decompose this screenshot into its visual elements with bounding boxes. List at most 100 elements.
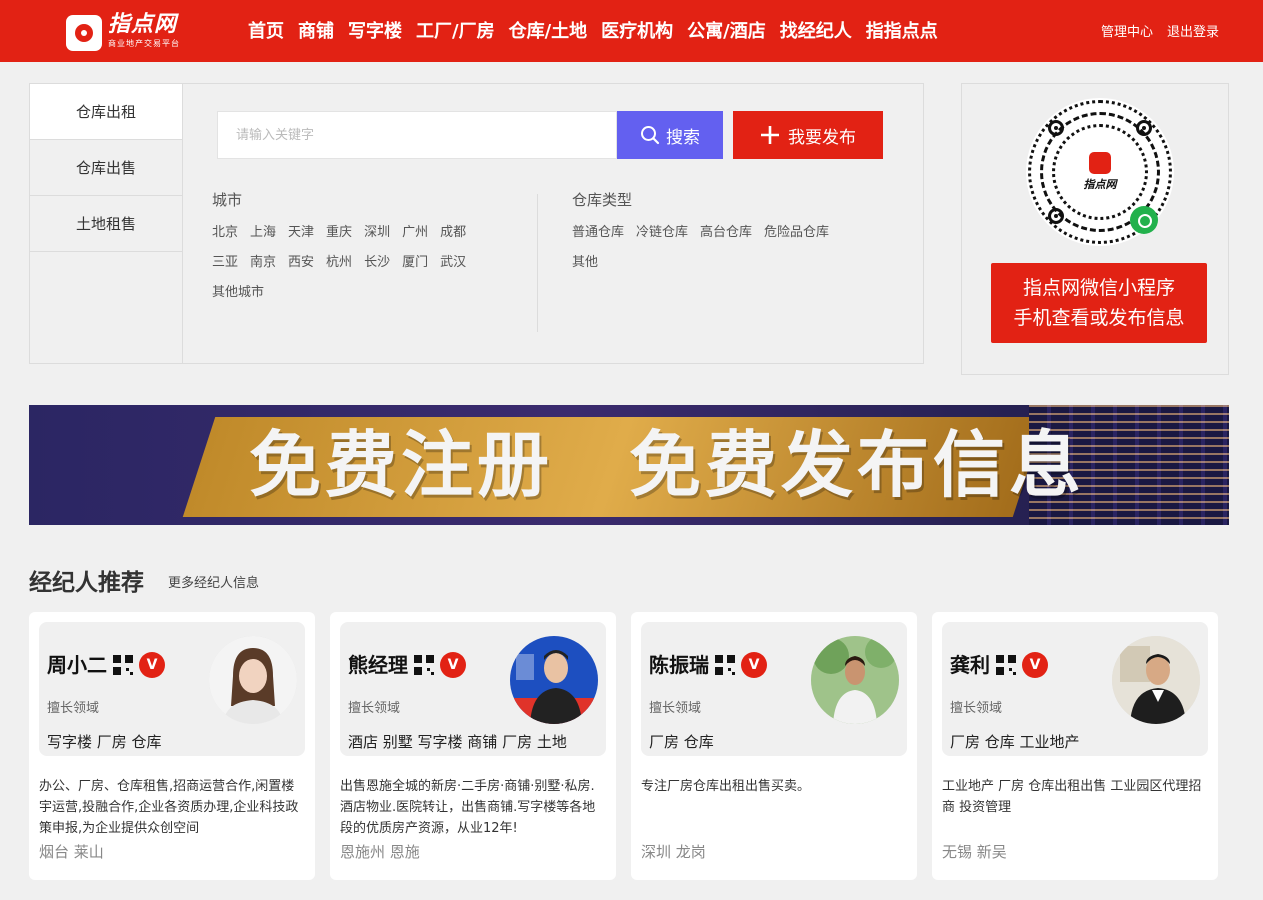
qr-caption-line2: 手机查看或发布信息 xyxy=(1013,307,1185,329)
agent-name: 龚利 xyxy=(950,653,990,677)
agent-name: 周小二 xyxy=(47,653,107,677)
city-link[interactable]: 其他城市 xyxy=(212,284,264,302)
agent-avatar[interactable] xyxy=(209,636,297,724)
agent-skills: 厂房 仓库 xyxy=(649,733,714,751)
agent-name-row: 陈振瑞 V xyxy=(649,652,767,678)
qr-caption-line1: 指点网微信小程序 xyxy=(1022,277,1175,299)
user-links: 管理中心 退出登录 xyxy=(1101,24,1219,42)
plus-icon xyxy=(761,126,779,144)
agent-avatar[interactable] xyxy=(510,636,598,724)
agent-name-row: 龚利 V xyxy=(950,652,1048,678)
city-link[interactable]: 重庆 xyxy=(326,224,352,242)
agent-skills: 酒店 别墅 写字楼 商铺 厂房 土地 xyxy=(348,733,567,751)
qr-logo-text: 指点网 xyxy=(1083,178,1117,191)
tab-warehouse-sale[interactable]: 仓库出售 xyxy=(30,140,182,196)
qr-center-logo: 指点网 xyxy=(1070,142,1130,202)
tab-warehouse-rent[interactable]: 仓库出租 xyxy=(30,84,182,140)
qr-code-icon[interactable] xyxy=(996,655,1016,675)
logo-subtitle: 商业地产交易平台 xyxy=(108,39,180,48)
type-link[interactable]: 普通仓库 xyxy=(572,224,624,242)
more-agents-link[interactable]: 更多经纪人信息 xyxy=(168,575,259,593)
avatar-image xyxy=(1112,636,1200,724)
search-input[interactable] xyxy=(218,112,616,158)
type-link[interactable]: 冷链仓库 xyxy=(636,224,688,242)
type-link[interactable]: 危险品仓库 xyxy=(764,224,829,242)
city-link[interactable]: 西安 xyxy=(288,254,314,272)
skill-label: 擅长领域 xyxy=(950,701,1003,716)
agent-card[interactable]: 陈振瑞 V 擅长领域 厂房 仓库 专注厂房仓库出租出售买卖。 深圳 龙岗 xyxy=(631,612,917,880)
city-link[interactable]: 杭州 xyxy=(326,254,352,272)
logo-icon xyxy=(66,15,102,51)
city-link[interactable]: 天津 xyxy=(288,224,314,242)
agent-card[interactable]: 龚利 V 擅长领域 厂房 仓库 工业地产 工业地产 厂房 仓库出租出售 工业园区… xyxy=(932,612,1218,880)
logo-name: 指点网 xyxy=(108,12,178,37)
nav-apartment-hotel[interactable]: 公寓/酒店 xyxy=(687,20,766,44)
banner-text: 免费注册 免费发布信息 xyxy=(249,423,1086,507)
agent-location: 烟台 莱山 xyxy=(39,843,104,861)
type-link[interactable]: 高台仓库 xyxy=(700,224,752,242)
agent-skills: 写字楼 厂房 仓库 xyxy=(47,733,162,751)
city-filter: 城市 北京 上海 天津 重庆 深圳 广州 成都 三亚 南京 西安 杭州 长沙 厦… xyxy=(212,190,512,302)
qr-code-icon[interactable] xyxy=(113,655,133,675)
verified-badge-icon: V xyxy=(1022,652,1048,678)
nav-factories[interactable]: 工厂/厂房 xyxy=(416,20,495,44)
city-link[interactable]: 北京 xyxy=(212,224,238,242)
city-link[interactable]: 武汉 xyxy=(440,254,466,272)
city-link[interactable]: 成都 xyxy=(440,224,466,242)
agent-card-header: 龚利 V 擅长领域 厂房 仓库 工业地产 xyxy=(942,622,1208,756)
verified-badge-icon: V xyxy=(139,652,165,678)
agent-avatar[interactable] xyxy=(811,636,899,724)
skill-label: 擅长领域 xyxy=(649,701,702,716)
avatar-image xyxy=(811,636,899,724)
mini-program-panel: 指点网 指点网微信小程序 手机查看或发布信息 xyxy=(961,83,1229,375)
nav-home[interactable]: 首页 xyxy=(248,20,284,44)
search-button[interactable]: 搜索 xyxy=(617,111,723,159)
publish-button-label: 我要发布 xyxy=(788,127,856,148)
city-list: 北京 上海 天津 重庆 深圳 广州 成都 三亚 南京 西安 杭州 长沙 厦门 武… xyxy=(212,224,502,302)
city-link[interactable]: 深圳 xyxy=(364,224,390,242)
agent-name-row: 熊经理 V xyxy=(348,652,466,678)
logout-link[interactable]: 退出登录 xyxy=(1167,24,1219,42)
register-banner[interactable]: 免费注册 免费发布信息 xyxy=(29,405,1229,525)
qr-eye-icon xyxy=(1136,120,1152,136)
city-link[interactable]: 上海 xyxy=(250,224,276,242)
tab-land[interactable]: 土地租售 xyxy=(30,196,182,252)
site-logo[interactable]: 指点网 商业地产交易平台 xyxy=(66,12,200,52)
nav-warehouse-land[interactable]: 仓库/土地 xyxy=(509,20,588,44)
qr-eye-icon xyxy=(1048,208,1064,224)
avatar-image xyxy=(510,636,598,724)
agent-description: 专注厂房仓库出租出售买卖。 xyxy=(641,779,811,794)
agent-card[interactable]: 周小二 V 擅长领域 写字楼 厂房 仓库 办公、厂房、仓库租售,招商运营合作,闲… xyxy=(29,612,315,880)
city-link[interactable]: 厦门 xyxy=(402,254,428,272)
nav-comments[interactable]: 指指点点 xyxy=(866,20,938,44)
nav-shops[interactable]: 商铺 xyxy=(298,20,334,44)
agent-card[interactable]: 熊经理 V 擅长领域 酒店 别墅 写字楼 商铺 厂房 土地 出售恩施全城的新房·… xyxy=(330,612,616,880)
agent-card-header: 熊经理 V 擅长领域 酒店 别墅 写字楼 商铺 厂房 土地 xyxy=(340,622,606,756)
category-tabs: 仓库出租 仓库出售 土地租售 xyxy=(30,84,183,363)
manage-center-link[interactable]: 管理中心 xyxy=(1101,24,1153,42)
nav-medical[interactable]: 医疗机构 xyxy=(601,20,673,44)
qr-code-icon[interactable] xyxy=(414,655,434,675)
agent-skills: 厂房 仓库 工业地产 xyxy=(950,733,1080,751)
agent-avatar[interactable] xyxy=(1112,636,1200,724)
search-button-label: 搜索 xyxy=(666,127,700,148)
qr-code-icon[interactable] xyxy=(715,655,735,675)
city-link[interactable]: 长沙 xyxy=(364,254,390,272)
skill-label: 擅长领域 xyxy=(47,701,100,716)
type-link[interactable]: 其他 xyxy=(572,254,598,272)
city-link[interactable]: 南京 xyxy=(250,254,276,272)
nav-find-agent[interactable]: 找经纪人 xyxy=(780,20,852,44)
filter-divider xyxy=(537,194,538,332)
qr-eye-icon xyxy=(1048,120,1064,136)
agent-description: 出售恩施全城的新房·二手房·商铺·别墅·私房.酒店物业.医院转让，出售商铺.写字… xyxy=(340,779,596,836)
search-panel: 仓库出租 仓库出售 土地租售 搜索 我要发布 城市 北京 上海 天津 重庆 深圳… xyxy=(29,83,924,364)
nav-offices[interactable]: 写字楼 xyxy=(348,20,402,44)
city-link[interactable]: 三亚 xyxy=(212,254,238,272)
verified-badge-icon: V xyxy=(440,652,466,678)
city-link[interactable]: 广州 xyxy=(402,224,428,242)
agent-name: 熊经理 xyxy=(348,653,408,677)
wechat-mini-program-icon xyxy=(1130,206,1158,234)
type-list: 普通仓库 冷链仓库 高台仓库 危险品仓库 其他 xyxy=(572,224,872,272)
publish-button[interactable]: 我要发布 xyxy=(733,111,883,159)
agent-name-row: 周小二 V xyxy=(47,652,165,678)
